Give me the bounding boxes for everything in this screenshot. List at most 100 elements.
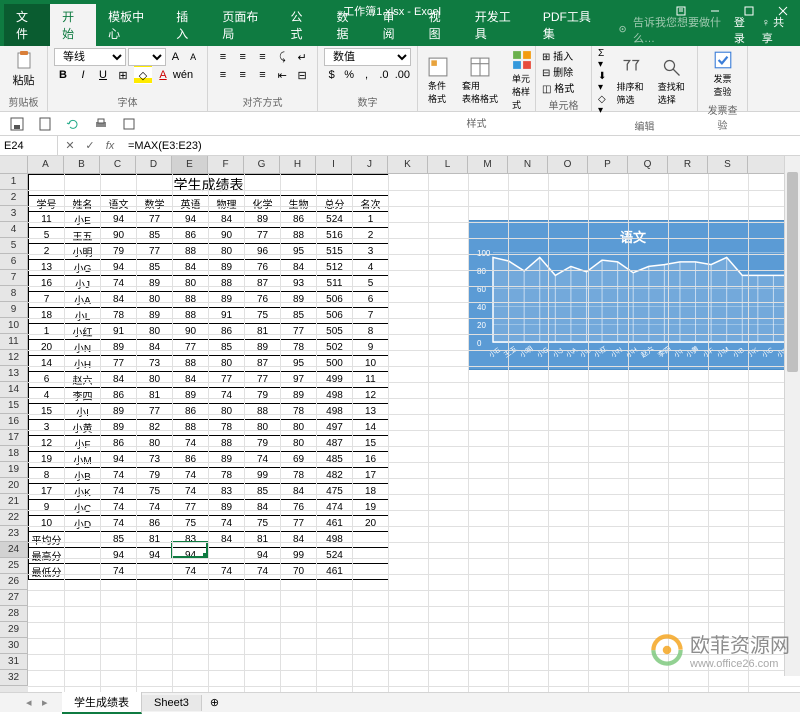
cell[interactable]: 86 [209,324,245,340]
cell[interactable]: 461 [317,564,353,580]
cell[interactable]: 74 [173,484,209,500]
cell[interactable] [209,548,245,564]
cell[interactable] [65,564,101,580]
cell[interactable]: 10 [353,356,389,372]
cell[interactable]: 74 [173,436,209,452]
cell[interactable]: 19 [353,500,389,516]
cell[interactable]: 80 [137,436,173,452]
delete-cells-button[interactable]: ⊟ 删除 [542,64,585,79]
cell[interactable]: 86 [173,404,209,420]
align-center-icon[interactable]: ≡ [234,66,252,84]
cell[interactable]: 80 [281,420,317,436]
cell[interactable]: 8 [29,468,65,484]
col-header-Q[interactable]: Q [628,156,668,173]
cell[interactable]: 500 [317,356,353,372]
cell[interactable]: 15 [353,436,389,452]
cell[interactable]: 96 [245,244,281,260]
cell[interactable]: 94 [101,452,137,468]
cell[interactable]: 89 [281,292,317,308]
increase-font-icon[interactable]: A [168,48,184,66]
cell[interactable]: 485 [317,452,353,468]
cell[interactable]: 74 [173,468,209,484]
cell[interactable]: 9 [353,340,389,356]
row-header[interactable]: 2 [0,190,28,206]
row-header[interactable]: 10 [0,318,28,334]
row-header[interactable]: 12 [0,350,28,366]
cell[interactable]: 506 [317,308,353,324]
cell[interactable]: 81 [245,324,281,340]
row-header[interactable]: 3 [0,206,28,222]
cell[interactable]: 80 [245,420,281,436]
cell[interactable]: 16 [353,452,389,468]
increase-decimal-icon[interactable]: .0 [376,66,391,84]
cell[interactable]: 83 [173,532,209,548]
cell[interactable]: 88 [281,228,317,244]
cell[interactable]: 小G [65,260,101,276]
cell[interactable]: 516 [317,228,353,244]
cell[interactable]: 74 [209,516,245,532]
conditional-format-button[interactable]: 条件格式 [424,55,452,107]
cell[interactable]: 81 [137,532,173,548]
col-header-O[interactable]: O [548,156,588,173]
cell[interactable]: 18 [29,308,65,324]
decrease-font-icon[interactable]: A [185,48,201,66]
cell[interactable]: 89 [101,404,137,420]
row-header[interactable]: 28 [0,606,28,622]
tab-insert[interactable]: 插入 [164,4,210,46]
cell[interactable]: 13 [353,404,389,420]
cell[interactable]: 84 [209,212,245,228]
phonetic-button[interactable]: wén [174,66,192,84]
cell[interactable]: 89 [209,260,245,276]
cell[interactable]: 80 [173,276,209,292]
cell[interactable]: 84 [137,340,173,356]
cell[interactable]: 85 [101,532,137,548]
cell[interactable]: 小M [65,452,101,468]
vertical-scrollbar[interactable] [784,156,800,676]
qat-item-icon[interactable] [118,114,140,134]
cell[interactable]: 11 [353,372,389,388]
cell[interactable]: 74 [101,516,137,532]
cell-styles-button[interactable]: 单元格样式 [508,48,536,113]
cell[interactable]: 77 [281,324,317,340]
cell[interactable]: 80 [137,292,173,308]
italic-button[interactable]: I [74,66,92,84]
cell[interactable]: 91 [101,324,137,340]
cell[interactable]: 99 [245,468,281,484]
cell[interactable]: 77 [137,212,173,228]
cell[interactable]: 79 [101,244,137,260]
cell[interactable]: 4 [353,260,389,276]
font-color-button[interactable]: A [154,66,172,84]
cell[interactable] [353,532,389,548]
cell[interactable]: 88 [209,276,245,292]
enter-formula-icon[interactable]: ✓ [82,138,98,154]
col-header-P[interactable]: P [588,156,628,173]
cell[interactable] [65,548,101,564]
autosum-button[interactable]: Σ ▾ [598,48,609,70]
cell[interactable]: 15 [29,404,65,420]
underline-button[interactable]: U [94,66,112,84]
cell[interactable]: 6 [29,372,65,388]
cell[interactable]: 81 [137,388,173,404]
row-header[interactable]: 14 [0,382,28,398]
font-name-select[interactable]: 等线 [54,48,126,66]
row-header[interactable]: 13 [0,366,28,382]
col-header-J[interactable]: J [352,156,388,173]
cell[interactable]: 90 [101,228,137,244]
cell[interactable]: 85 [209,340,245,356]
cell[interactable]: 16 [29,276,65,292]
cell[interactable]: 2 [29,244,65,260]
align-bottom-icon[interactable]: ≡ [254,48,272,66]
cell[interactable]: 74 [101,484,137,500]
cell[interactable]: 79 [137,468,173,484]
cell[interactable]: 524 [317,548,353,564]
cell[interactable]: 小黄 [65,420,101,436]
row-header[interactable]: 9 [0,302,28,318]
sheet-nav-last-icon[interactable]: ▸ [42,696,56,709]
cell[interactable]: 80 [137,372,173,388]
cell[interactable]: 74 [245,564,281,580]
indent-left-icon[interactable]: ⇤ [273,66,291,84]
cell[interactable]: 11 [29,212,65,228]
row-header[interactable]: 21 [0,494,28,510]
col-header-K[interactable]: K [388,156,428,173]
cell[interactable]: 12 [353,388,389,404]
